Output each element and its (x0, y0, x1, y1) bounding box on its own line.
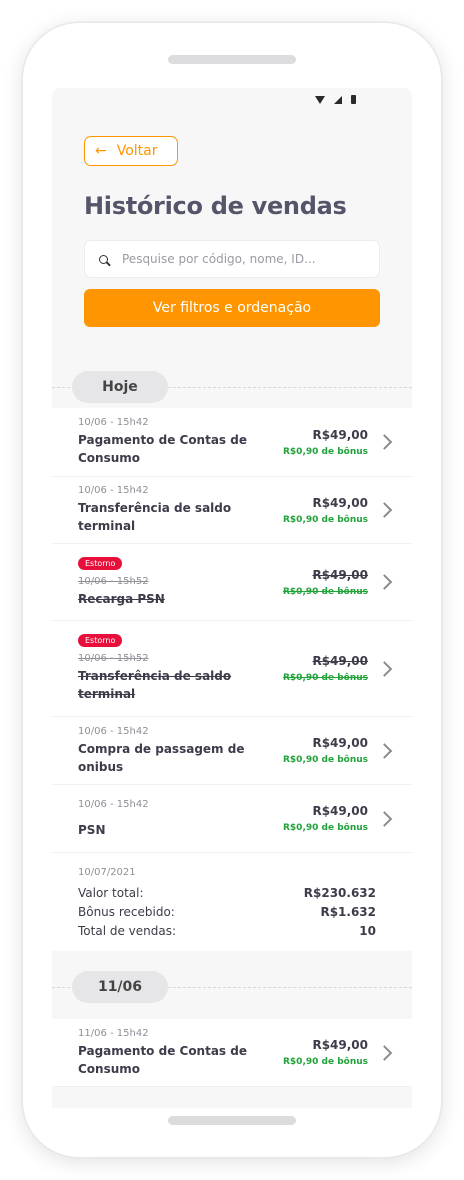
phone-frame: ← Voltar Histórico de vendas Ver filtros… (23, 23, 441, 1157)
transaction-row-reversed[interactable]: Estorno 10/06 - 15h52 Transferência de s… (52, 621, 412, 717)
transaction-bonus: R$0,90 de bônus (282, 586, 368, 597)
transaction-timestamp: 11/06 - 15h42 (78, 1027, 149, 1039)
transaction-bonus: R$0,90 de bônus (282, 823, 368, 833)
transaction-amount: R$49,00 (312, 1038, 368, 1052)
home-indicator (168, 1116, 296, 1125)
transaction-timestamp: 10/06 - 15h42 (78, 725, 149, 737)
transaction-bonus: R$0,90 de bônus (282, 446, 368, 457)
transaction-description: Compra de passagem de onibus (78, 741, 245, 774)
reversal-badge: Estorno (78, 634, 123, 647)
transaction-row[interactable]: 10/06 - 15h42 PSN R$49,00 R$0,90 de bônu… (52, 785, 412, 853)
app-screen: ← Voltar Histórico de vendas Ver filtros… (52, 88, 412, 1108)
transaction-amount: R$49,00 (312, 736, 368, 750)
summary-value: R$230.632 (303, 886, 376, 900)
transaction-amount: R$49,00 (312, 654, 368, 668)
arrow-left-icon: ← (95, 143, 107, 159)
chevron-right-icon[interactable] (376, 574, 393, 590)
date-section-header: 11/06 (52, 951, 412, 1019)
wifi-icon (315, 95, 325, 104)
back-button-label: Voltar (116, 143, 158, 159)
chevron-right-icon[interactable] (376, 502, 393, 518)
transaction-timestamp: 10/06 - 15h52 (78, 575, 149, 587)
transaction-timestamp: 10/06 - 15h42 (78, 417, 149, 428)
transaction-bonus: R$0,90 de bônus (282, 673, 368, 683)
chevron-right-icon[interactable] (376, 660, 393, 677)
transaction-timestamp: 10/06 - 15h42 (78, 798, 149, 810)
summary-value: R$1.632 (320, 905, 376, 919)
filters-button[interactable]: Ver filtros e ordenação (84, 289, 380, 327)
summary-date: 10/07/2021 (78, 867, 136, 878)
transaction-description: Pagamento de Contas de Consumo (78, 1043, 247, 1076)
transaction-description: Pagamento de Contas de Consumo (78, 433, 247, 465)
search-input[interactable] (120, 251, 344, 267)
transaction-amount: R$49,00 (312, 567, 368, 582)
transaction-row[interactable]: 10/06 - 15h42 Compra de passagem de onib… (52, 717, 412, 785)
transaction-description: Transferência de saldo terminal (78, 669, 232, 701)
search-icon (99, 254, 108, 264)
chevron-right-icon[interactable] (376, 1044, 393, 1061)
transaction-description: PSN (78, 822, 106, 837)
date-section-header: Hoje (52, 366, 412, 408)
date-pill: Hoje (72, 371, 168, 403)
summary-label: Valor total: (78, 886, 144, 900)
summary-label: Total de vendas: (78, 924, 177, 938)
summary-label: Bônus recebido: (78, 905, 175, 919)
signal-icon (334, 95, 342, 104)
transaction-amount: R$49,00 (312, 427, 368, 442)
transaction-amount: R$49,00 (312, 804, 368, 818)
summary-value: 10 (359, 924, 376, 938)
date-pill: 11/06 (72, 971, 168, 1003)
transaction-timestamp: 10/06 - 15h42 (78, 485, 149, 496)
search-bar[interactable] (84, 240, 380, 278)
transaction-row[interactable]: 10/06 - 15h42 Transferência de saldo ter… (52, 477, 412, 544)
chevron-right-icon[interactable] (376, 810, 393, 827)
summary-total-row: Valor total: R$230.632 (78, 886, 386, 905)
sales-list: Hoje 10/06 - 15h42 Pagamento de Contas d… (52, 366, 412, 1087)
transaction-bonus: R$0,90 de bônus (282, 755, 368, 765)
status-bar (315, 95, 356, 104)
transaction-description: Recarga PSN (78, 591, 165, 606)
transaction-row-reversed[interactable]: Estorno 10/06 - 15h52 Recarga PSN R$49,0… (52, 544, 412, 621)
page-title: Histórico de vendas (84, 192, 347, 220)
back-button[interactable]: ← Voltar (84, 136, 178, 166)
phone-speaker (168, 55, 296, 64)
summary-count-row: Total de vendas: 10 (78, 924, 386, 943)
transaction-row[interactable]: 10/06 - 15h42 Pagamento de Contas de Con… (52, 408, 412, 477)
battery-icon (351, 95, 356, 104)
chevron-right-icon[interactable] (376, 434, 393, 450)
day-summary: 10/07/2021 Valor total: R$230.632 Bônus … (52, 853, 412, 951)
transaction-bonus: R$0,90 de bônus (282, 514, 368, 525)
transaction-row[interactable]: 11/06 - 15h42 Pagamento de Contas de Con… (52, 1019, 412, 1087)
transaction-bonus: R$0,90 de bônus (282, 1057, 368, 1067)
reversal-badge: Estorno (78, 556, 123, 570)
transaction-description: Transferência de saldo terminal (78, 501, 232, 533)
transaction-timestamp: 10/06 - 15h52 (78, 653, 149, 664)
chevron-right-icon[interactable] (376, 742, 393, 759)
summary-bonus-row: Bônus recebido: R$1.632 (78, 905, 386, 924)
transaction-amount: R$49,00 (312, 495, 368, 510)
